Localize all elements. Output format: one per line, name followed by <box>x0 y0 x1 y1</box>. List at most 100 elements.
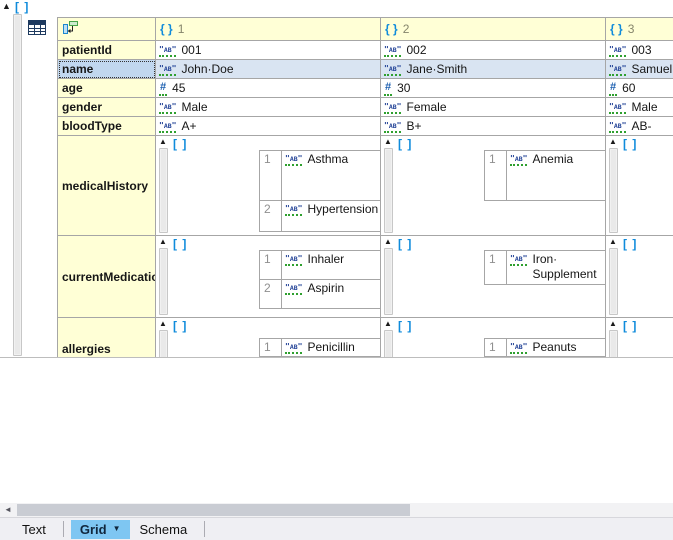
tab-schema[interactable]: Schema <box>130 520 198 539</box>
cell-value: 60 <box>622 81 635 96</box>
value-cell[interactable]: #30 <box>381 79 606 98</box>
array-index-cell[interactable]: 1 <box>260 151 282 201</box>
column-header[interactable]: { }3 <box>606 18 673 41</box>
array-index-cell[interactable]: 1 <box>485 251 507 285</box>
nested-array-row: 1ABAnemia <box>485 151 606 201</box>
nested-array-table: 1ABAnemia <box>484 150 606 201</box>
column-header[interactable]: { }2 <box>381 18 606 41</box>
array-index-cell[interactable]: 1 <box>485 339 507 357</box>
array-index-cell[interactable]: 2 <box>260 201 282 232</box>
value-cell[interactable]: AB001 <box>156 41 381 60</box>
row-key-cell[interactable]: allergies <box>58 318 156 359</box>
array-item-cell[interactable]: ABAspirin <box>282 280 381 309</box>
horizontal-scrollbar[interactable]: ◄ <box>0 503 673 517</box>
row-key-cell[interactable]: bloodType <box>58 117 156 136</box>
collapse-strip[interactable] <box>609 248 618 315</box>
array-cell[interactable]: ▲[ ] <box>606 136 673 236</box>
collapse-triangle-icon[interactable]: ▲ <box>384 137 392 146</box>
row-key-cell[interactable]: age <box>58 79 156 98</box>
dropdown-arrow-icon[interactable]: ▼ <box>113 525 121 533</box>
value-cell[interactable]: ABMale <box>156 98 381 117</box>
collapse-strip[interactable] <box>159 330 168 358</box>
value-cell[interactable]: ABJane·​Smith <box>381 60 606 79</box>
number-type-icon: # <box>384 82 392 96</box>
value-cell[interactable]: ABJohn·​Doe <box>156 60 381 79</box>
row-key-cell[interactable]: patientId <box>58 41 156 60</box>
array-cell[interactable]: ▲[ ]1ABInhaler2ABAspirin <box>156 236 381 318</box>
collapse-strip[interactable] <box>159 148 168 233</box>
collapse-triangle-icon[interactable]: ▲ <box>609 319 617 328</box>
collapse-triangle-icon[interactable]: ▲ <box>159 137 167 146</box>
transpose-icon[interactable] <box>62 20 79 35</box>
array-gutter: ▲ <box>159 320 168 358</box>
array-item-cell[interactable]: ABHypertension <box>282 201 381 232</box>
row-key-cell[interactable]: medicalHistory <box>58 136 156 236</box>
collapse-strip[interactable] <box>609 330 618 358</box>
value-cell[interactable]: ABSamuel·​ <box>606 60 673 79</box>
collapse-triangle-icon[interactable]: ▲ <box>384 237 392 246</box>
collapse-strip[interactable] <box>159 248 168 315</box>
scrollbar-thumb[interactable] <box>17 504 410 516</box>
array-item-value: Inhaler <box>307 252 344 267</box>
grid-row: medicalHistory▲[ ]1ABAsthma2ABHypertensi… <box>58 136 673 236</box>
array-gutter: ▲ <box>384 238 393 315</box>
nested-array-row: 1ABIron·​Supplement <box>485 251 606 285</box>
collapse-strip[interactable] <box>609 148 618 233</box>
row-key-cell[interactable]: name <box>58 60 156 79</box>
tab-text[interactable]: Text <box>12 520 56 539</box>
value-cell[interactable]: #60 <box>606 79 673 98</box>
object-icon: { } <box>160 22 173 36</box>
string-type-icon: AB <box>510 155 527 166</box>
collapse-strip[interactable] <box>384 148 393 233</box>
value-cell[interactable]: ABB+ <box>381 117 606 136</box>
collapse-triangle-icon[interactable]: ▲ <box>159 237 167 246</box>
array-item-cell[interactable]: ABPenicillin <box>282 339 381 357</box>
collapse-triangle-icon[interactable]: ▲ <box>609 137 617 146</box>
value-cell[interactable]: #45 <box>156 79 381 98</box>
array-cell[interactable]: ▲[ ]1ABPeanuts <box>381 318 606 359</box>
collapse-triangle-icon[interactable]: ▲ <box>609 237 617 246</box>
array-cell[interactable]: ▲[ ] <box>606 236 673 318</box>
array-index-cell[interactable]: 1 <box>260 251 282 280</box>
row-key-cell[interactable]: gender <box>58 98 156 117</box>
nested-array-table: 1ABAsthma2ABHypertension <box>259 150 381 232</box>
scroll-left-arrow-icon[interactable]: ◄ <box>0 503 16 517</box>
array-cell[interactable]: ▲[ ]1ABAsthma2ABHypertension <box>156 136 381 236</box>
cell-value: 30 <box>397 81 410 96</box>
value-cell[interactable]: ABAB- <box>606 117 673 136</box>
array-cell[interactable]: ▲[ ]1ABIron·​Supplement <box>381 236 606 318</box>
grid-row: genderABMaleABFemaleABMale <box>58 98 673 117</box>
array-header: [ ] <box>623 318 673 332</box>
array-item-cell[interactable]: ABIron·​Supplement <box>507 251 606 285</box>
array-cell[interactable]: ▲[ ]1ABAnemia <box>381 136 606 236</box>
value-cell[interactable]: ABA+ <box>156 117 381 136</box>
column-header[interactable]: { }1 <box>156 18 381 41</box>
value-cell[interactable]: ABMale <box>606 98 673 117</box>
collapse-strip[interactable] <box>384 248 393 315</box>
root-collapse-triangle-icon[interactable]: ▲ <box>2 1 11 11</box>
collapse-triangle-icon[interactable]: ▲ <box>384 319 392 328</box>
array-item-cell[interactable]: ABPeanuts <box>507 339 606 357</box>
array-index-cell[interactable]: 2 <box>260 280 282 309</box>
cell-value: 45 <box>172 81 185 96</box>
array-item-cell[interactable]: ABInhaler <box>282 251 381 280</box>
number-type-icon: # <box>159 82 167 96</box>
collapse-triangle-icon[interactable]: ▲ <box>159 319 167 328</box>
value-cell[interactable]: AB002 <box>381 41 606 60</box>
grid-corner-cell[interactable] <box>58 18 156 41</box>
array-index-cell[interactable]: 1 <box>260 339 282 357</box>
array-index-cell[interactable]: 1 <box>485 151 507 201</box>
nested-array-table: 1ABIron·​Supplement <box>484 250 606 285</box>
tab-grid[interactable]: Grid ▼ <box>71 520 130 539</box>
collapse-strip[interactable] <box>384 330 393 358</box>
nested-array-table: 1ABPenicillin <box>259 338 381 357</box>
row-key-cell[interactable]: currentMedication <box>58 236 156 318</box>
array-item-cell[interactable]: ABAnemia <box>507 151 606 201</box>
array-item-value: Aspirin <box>307 281 344 296</box>
value-cell[interactable]: AB003 <box>606 41 673 60</box>
value-cell[interactable]: ABFemale <box>381 98 606 117</box>
array-item-cell[interactable]: ABAsthma <box>282 151 381 201</box>
array-cell[interactable]: ▲[ ]1ABPenicillin <box>156 318 381 359</box>
root-collapse-strip[interactable] <box>13 14 22 356</box>
array-cell[interactable]: ▲ [ ] <box>606 318 673 359</box>
